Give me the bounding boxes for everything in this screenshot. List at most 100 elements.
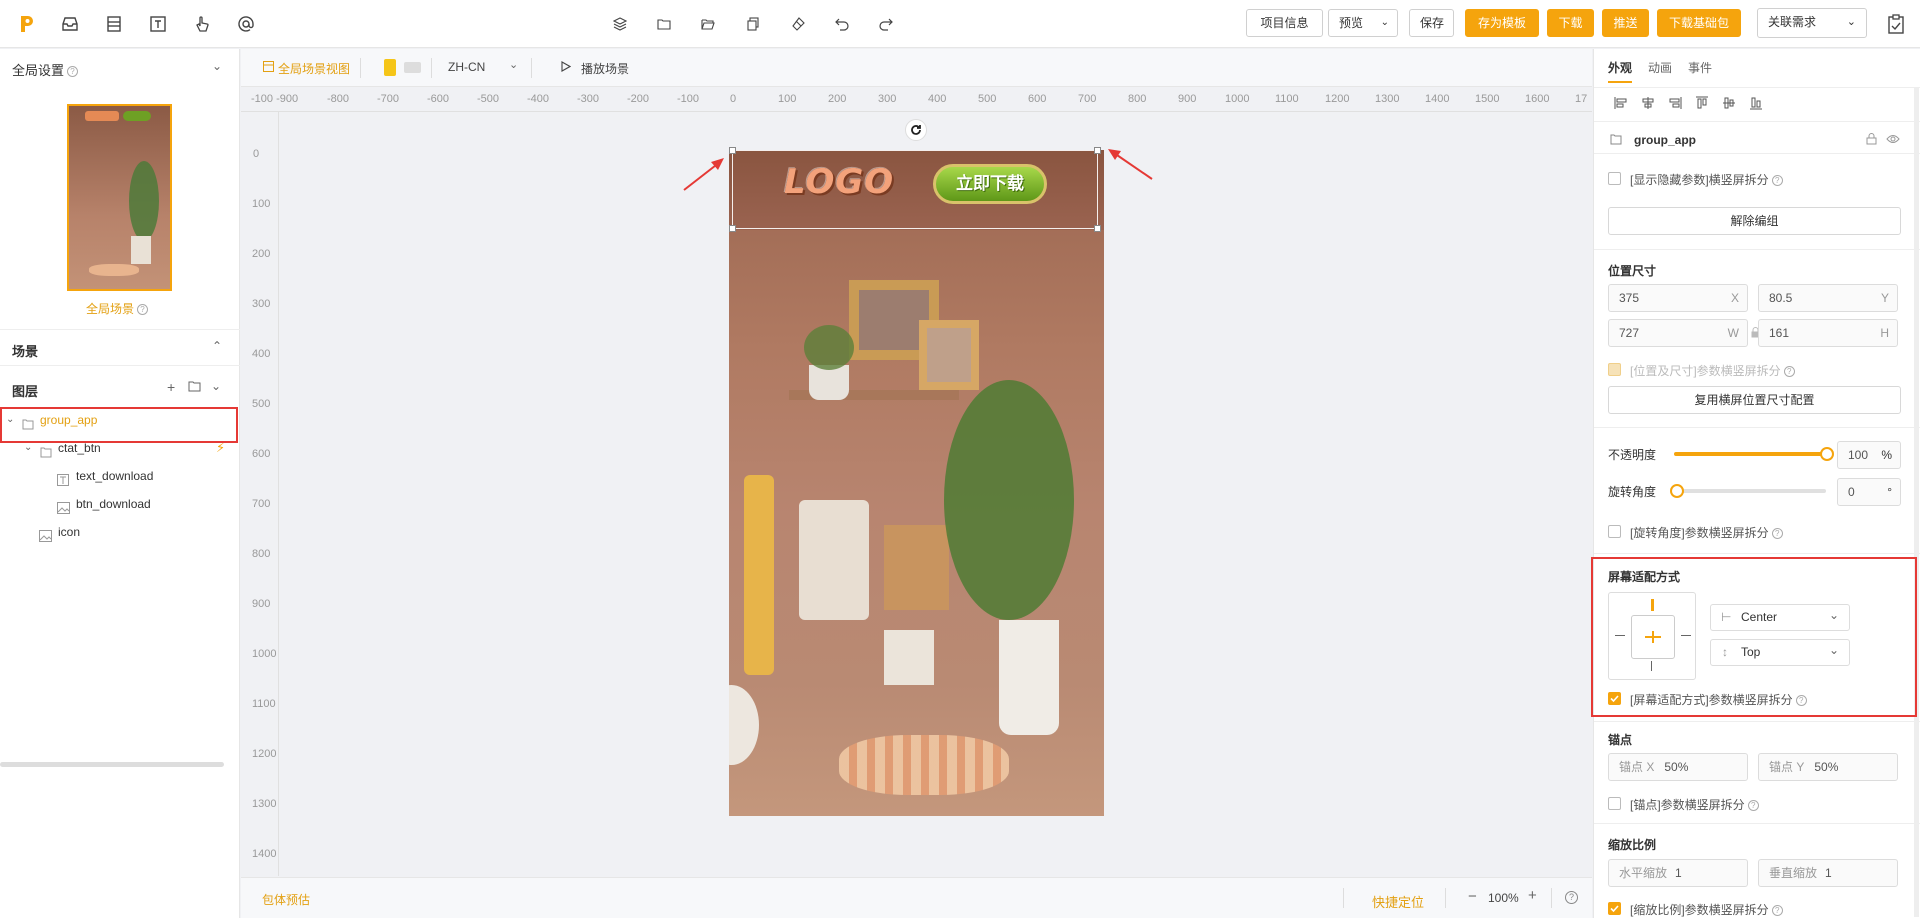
resize-handle[interactable] (1094, 225, 1101, 232)
package-estimate-link[interactable]: 包体预估 (262, 891, 310, 908)
push-button[interactable]: 推送 (1602, 9, 1649, 37)
y-input[interactable]: 80.5 Y (1758, 284, 1898, 312)
position-split-checkbox[interactable] (1608, 363, 1621, 376)
ruler-tick-label: 700 (1078, 93, 1097, 105)
align-top-icon[interactable] (1695, 96, 1709, 110)
add-layer-icon[interactable]: + (167, 379, 175, 395)
portrait-toggle[interactable] (384, 59, 396, 76)
anchor-split-checkbox[interactable] (1608, 797, 1621, 810)
help-icon[interactable]: ? (1771, 175, 1783, 187)
tab-animation[interactable]: 动画 (1648, 59, 1672, 76)
play-scene-button[interactable]: 播放场景 (581, 60, 629, 77)
wall-frame (919, 320, 979, 390)
scale-v-input[interactable]: 垂直缩放 1 (1758, 859, 1898, 887)
rotation-split-checkbox[interactable] (1608, 525, 1621, 538)
zoom-out-icon[interactable]: − (1468, 888, 1477, 905)
global-scene-label[interactable]: 全局场景? (86, 300, 149, 317)
left-panel: 全局设置? ⌄ 全局场景? 场景 ⌃ 图层 + ⌄ ⌄ group_app ⌄ … (0, 49, 240, 918)
white-towel (799, 500, 869, 620)
download-base-button[interactable]: 下载基础包 (1657, 9, 1741, 37)
text-icon[interactable] (148, 14, 168, 34)
preview-button[interactable]: 预览 ⌄ (1328, 9, 1398, 37)
opacity-slider-thumb[interactable] (1820, 447, 1834, 461)
link-demand-select[interactable]: 关联需求 ⌄ (1757, 8, 1867, 38)
anchor-x-input[interactable]: 锚点 X 50% (1608, 753, 1748, 781)
scale-h-input[interactable]: 水平缩放 1 (1608, 859, 1748, 887)
x-input[interactable]: 375 X (1608, 284, 1748, 312)
ruler-tick-label: 200 (252, 248, 271, 260)
ruler-tick-label: 500 (978, 93, 997, 105)
chevron-up-icon[interactable]: ⌃ (212, 339, 222, 353)
download-button[interactable]: 下载 (1547, 9, 1594, 37)
rotate-handle-icon[interactable] (905, 119, 927, 141)
align-left-icon[interactable] (1614, 96, 1628, 110)
help-icon[interactable]: ? (137, 304, 149, 316)
chevron-down-icon[interactable]: ⌄ (509, 58, 518, 71)
help-icon[interactable]: ? (67, 66, 79, 78)
inbox-icon[interactable] (60, 14, 80, 34)
align-center-h-icon[interactable] (1641, 96, 1655, 110)
global-scene-thumbnail[interactable] (67, 104, 172, 291)
top-toolbar: 项目信息 预览 ⌄ 保存 存为模板 下载 推送 下载基础包 关联需求 ⌄ (0, 0, 1920, 48)
language-select[interactable]: ZH-CN (448, 60, 485, 74)
horizontal-scrollbar[interactable] (0, 762, 224, 767)
redo-icon[interactable] (876, 14, 896, 34)
opacity-unit: % (1881, 448, 1892, 462)
chevron-down-icon[interactable]: ⌄ (212, 59, 222, 73)
clipboard-check-icon[interactable] (1886, 14, 1906, 34)
align-right-icon[interactable] (1668, 96, 1682, 110)
zoom-in-icon[interactable]: + (1528, 887, 1537, 904)
new-folder-icon[interactable] (188, 381, 201, 395)
help-icon[interactable]: ? (1771, 905, 1783, 917)
align-middle-v-icon[interactable] (1722, 96, 1736, 110)
global-settings-header[interactable]: 全局设置? (12, 60, 79, 79)
rotation-input[interactable]: 0 ° (1837, 478, 1901, 506)
save-template-button[interactable]: 存为模板 (1465, 9, 1539, 37)
layout-icon[interactable] (104, 14, 124, 34)
eraser-icon[interactable] (788, 14, 808, 34)
height-input[interactable]: 161 H (1758, 319, 1898, 347)
layer-row-icon[interactable]: icon (0, 520, 240, 544)
show-hidden-checkbox[interactable] (1608, 172, 1621, 185)
rotation-slider-thumb[interactable] (1670, 484, 1684, 498)
at-icon[interactable] (236, 14, 256, 34)
ungroup-button[interactable]: 解除编组 (1608, 207, 1901, 235)
resize-handle[interactable] (729, 225, 736, 232)
landscape-toggle[interactable] (404, 62, 421, 73)
help-icon[interactable]: ? (1565, 891, 1578, 904)
help-icon[interactable]: ? (1747, 800, 1759, 812)
width-input[interactable]: 727 W (1608, 319, 1748, 347)
layers-icon[interactable] (610, 14, 630, 34)
folder-open-icon[interactable] (698, 14, 718, 34)
tab-events[interactable]: 事件 (1688, 59, 1712, 76)
lock-icon[interactable] (1866, 133, 1877, 148)
tab-appearance[interactable]: 外观 (1608, 59, 1632, 76)
logo-icon[interactable] (17, 14, 37, 34)
opacity-slider-track[interactable] (1674, 452, 1826, 456)
hand-pointer-icon[interactable] (192, 14, 212, 34)
folder-icon[interactable] (654, 14, 674, 34)
project-info-button[interactable]: 项目信息 (1246, 9, 1323, 37)
quick-locate-button[interactable]: 快捷定位 (1372, 892, 1424, 911)
help-icon[interactable]: ? (1771, 528, 1783, 540)
rotation-slider-track[interactable] (1674, 489, 1826, 493)
global-view-tab[interactable]: 全局场景视图 (278, 60, 350, 77)
anchor-y-input[interactable]: 锚点 Y 50% (1758, 753, 1898, 781)
shelf-plant (804, 325, 854, 370)
layer-row-btn-download[interactable]: btn_download (0, 492, 240, 516)
layer-row-text-download[interactable]: text_download (0, 464, 240, 488)
opacity-input[interactable]: 100% (1837, 441, 1901, 469)
chevron-down-icon[interactable]: ⌄ (211, 379, 221, 393)
copy-icon[interactable] (743, 14, 763, 34)
vertical-scrollbar[interactable] (1914, 87, 1919, 917)
align-bottom-icon[interactable] (1749, 96, 1763, 110)
eye-icon[interactable] (1886, 133, 1900, 148)
artboard[interactable]: LOGO 立即下载 (729, 150, 1104, 816)
ruler-tick-label: 1300 (252, 798, 277, 810)
scale-split-checkbox[interactable] (1608, 902, 1621, 915)
save-button[interactable]: 保存 (1409, 9, 1454, 37)
play-icon[interactable] (561, 61, 572, 75)
help-icon[interactable]: ? (1783, 366, 1795, 378)
reuse-landscape-button[interactable]: 复用横屏位置尺寸配置 (1608, 386, 1901, 414)
undo-icon[interactable] (832, 14, 852, 34)
